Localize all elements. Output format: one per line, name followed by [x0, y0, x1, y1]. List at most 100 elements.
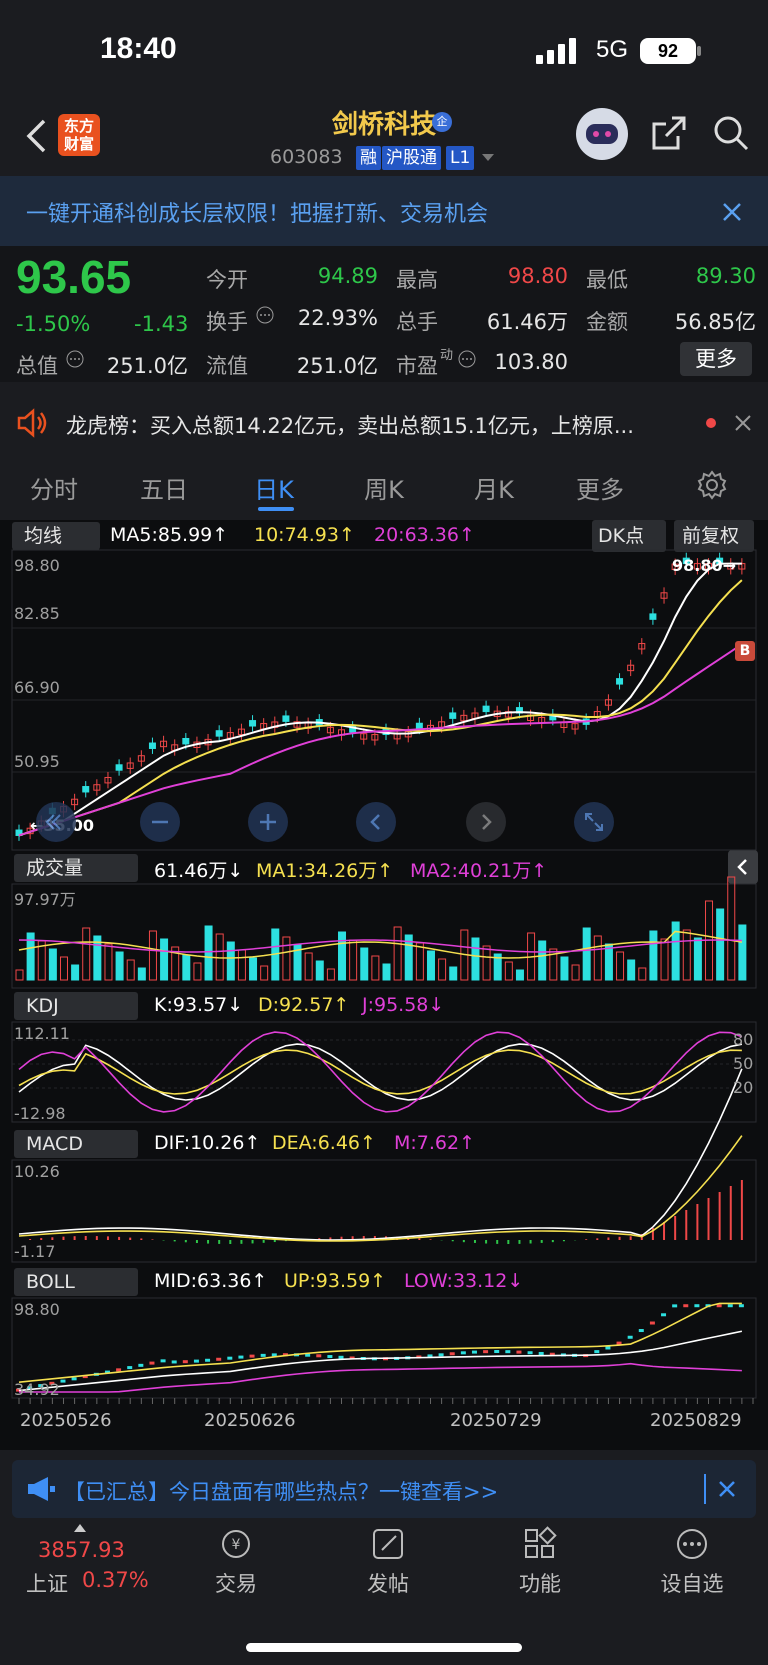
nav-functions[interactable]: 功能	[490, 1568, 590, 1598]
kdj-y-max: 112.11	[14, 1024, 70, 1043]
banner-divider	[704, 1474, 706, 1504]
panel-frame	[11, 1159, 757, 1263]
volume-bar	[282, 936, 291, 981]
buy-marker[interactable]: B	[735, 641, 755, 661]
index-name[interactable]: 上证	[26, 1568, 68, 1598]
boll-candle	[483, 1350, 489, 1354]
volume-bar	[449, 966, 458, 981]
volume-bar	[15, 969, 24, 981]
boll-candle	[661, 1313, 667, 1317]
volume-bar	[571, 964, 580, 981]
boll-candle	[249, 1354, 255, 1358]
volume-bar	[738, 924, 747, 981]
volume-bar	[59, 956, 68, 981]
boll-candle	[216, 1357, 222, 1361]
boll-candle	[494, 1350, 500, 1354]
volume-bar	[627, 959, 636, 981]
boll-candle	[594, 1350, 600, 1354]
y-label-top: 98.80	[14, 556, 60, 575]
functions-icon[interactable]	[520, 1526, 560, 1562]
next-icon[interactable]	[466, 802, 506, 842]
volume-bar	[660, 938, 669, 981]
candle	[449, 712, 457, 719]
volume-ma1	[18, 930, 743, 959]
home-indicator	[246, 1643, 522, 1652]
boll-candle	[171, 1360, 177, 1364]
nav-post[interactable]: 发帖	[338, 1568, 438, 1598]
volume-bar	[382, 963, 391, 981]
svg-text:¥: ¥	[232, 1537, 241, 1553]
more-dots-icon[interactable]	[672, 1526, 712, 1562]
volume-bar	[193, 962, 202, 981]
volume-bar	[82, 927, 91, 981]
kline-chart[interactable]	[0, 0, 768, 1460]
volume-bar	[515, 969, 524, 981]
candle	[282, 715, 290, 722]
volume-bar	[226, 941, 235, 981]
y-label-2: 82.85	[14, 604, 60, 623]
nav-watchlist[interactable]: 设自选	[642, 1568, 742, 1598]
volume-bar	[160, 938, 169, 981]
boll-candle	[238, 1355, 244, 1359]
kdj-level-20: 20	[733, 1078, 754, 1097]
boll-candle	[683, 1304, 689, 1308]
macd-y-min: -1.17	[14, 1242, 56, 1261]
close-icon[interactable]	[718, 1480, 736, 1498]
fullscreen-icon[interactable]	[574, 802, 614, 842]
volume-bar	[237, 949, 246, 981]
boll-candle	[471, 1350, 477, 1354]
up-arrow-icon	[74, 1524, 86, 1532]
boll-candle	[316, 1354, 322, 1358]
volume-y-max: 97.97万	[14, 890, 76, 909]
volume-bar	[148, 930, 157, 981]
volume-bar	[371, 955, 380, 981]
volume-bar	[48, 948, 57, 981]
boll-candle	[127, 1366, 133, 1370]
prev-icon[interactable]	[356, 802, 396, 842]
panel-frame	[11, 1297, 757, 1399]
boll-candle	[627, 1335, 633, 1339]
trade-icon[interactable]: ¥	[216, 1526, 256, 1562]
boll-candle	[516, 1350, 522, 1354]
volume-bar	[604, 943, 613, 981]
candle	[182, 737, 190, 745]
boll-candle	[694, 1304, 700, 1308]
volume-bar	[649, 930, 658, 981]
volume-bar	[682, 929, 691, 981]
boll-candle	[538, 1351, 544, 1355]
boll-candle	[449, 1352, 455, 1356]
candle	[616, 678, 624, 685]
boll-candle	[527, 1351, 533, 1355]
boll-candle	[205, 1358, 211, 1362]
boll-candle	[438, 1353, 444, 1357]
scroll-left-icon[interactable]	[36, 802, 76, 842]
macd-dif	[18, 1068, 743, 1241]
panel-frame	[11, 1021, 757, 1123]
volume-bar	[338, 931, 347, 981]
index-value[interactable]: 3857.93	[38, 1538, 125, 1562]
volume-bar	[504, 961, 513, 981]
y-label-3: 66.90	[14, 678, 60, 697]
zoom-in-icon[interactable]	[248, 802, 288, 842]
candle	[649, 613, 657, 620]
x-date-3: 20250729	[450, 1410, 542, 1431]
high-marker: 98.80→	[672, 556, 737, 575]
hotspot-text[interactable]: 【已汇总】今日盘面有哪些热点？一键查看>>	[64, 1476, 498, 1506]
volume-bar	[315, 960, 324, 981]
volume-bar	[182, 954, 191, 981]
candle	[115, 764, 123, 771]
volume-bar	[616, 951, 625, 981]
volume-bar	[727, 876, 736, 981]
volume-bar	[393, 926, 402, 981]
post-icon[interactable]	[368, 1526, 408, 1562]
candle	[82, 786, 90, 793]
zoom-out-icon[interactable]	[140, 802, 180, 842]
volume-bar	[249, 957, 258, 981]
candle	[148, 742, 156, 749]
volume-bar	[560, 956, 569, 981]
volume-bar	[360, 947, 369, 981]
nav-trade[interactable]: 交易	[186, 1568, 286, 1598]
index-change[interactable]: 0.37%	[82, 1568, 149, 1592]
boll-candle	[160, 1359, 166, 1363]
volume-bar	[716, 908, 725, 981]
